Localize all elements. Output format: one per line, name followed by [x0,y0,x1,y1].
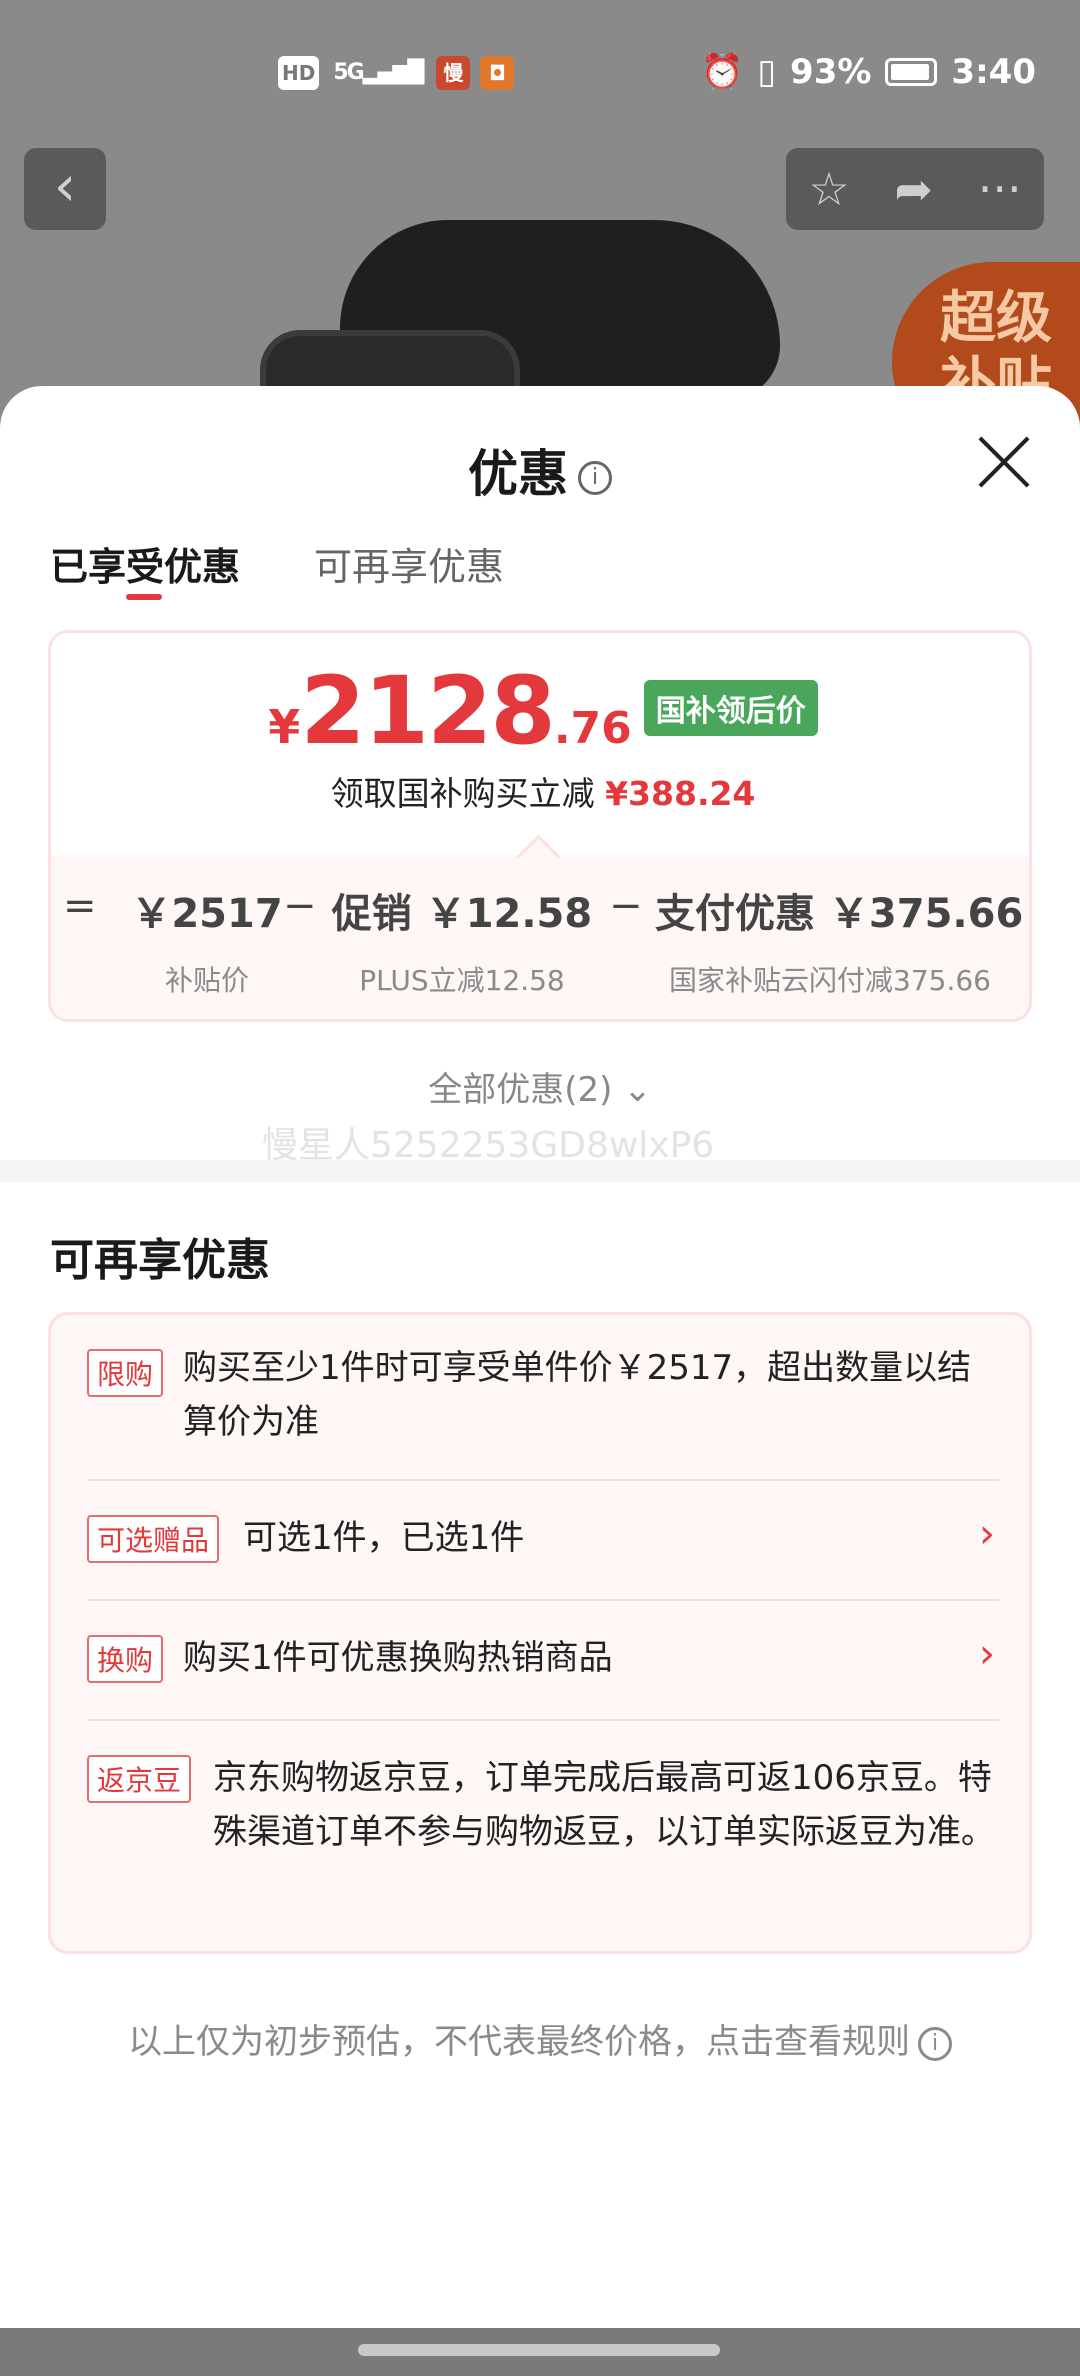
battery-icon [885,58,938,86]
background-product-page: HD 5G▂▄▆█ 慢 ◘ ⏰ ▯ 93% 3:40 ‹ ☆ ➦ ··· 超级 … [0,0,1080,420]
hd-icon: HD [278,56,320,90]
offer-text: 可选1件，已选1件 [243,1518,525,1558]
rules-note[interactable]: 以上仅为初步预估，不代表最终价格，点击查看规则 i [0,2014,1080,2063]
gov-subsidy-badge: 国补领后价 [643,680,818,736]
signal-icon: 5G▂▄▆█ [333,60,424,85]
tabs: 已享受优惠 可再享优惠 [50,536,504,600]
tab-enjoyed[interactable]: 已享受优惠 [50,536,240,600]
chevron-left-icon: ‹ [53,154,77,219]
alarm-icon: ⏰ [700,52,744,92]
breakdown-promotion: 促销 ￥12.58 PLUS立减12.58 [331,891,593,997]
final-price: ¥2128.76 国补领后价 [51,657,1029,766]
equals-sign: = [63,883,97,929]
minus-sign: − [283,883,317,929]
home-handle[interactable] [358,2344,720,2356]
offer-row-jingdou: 返京豆 京东购物返京豆，订单完成后最高可返106京豆。特殊渠道订单不参与购物返豆… [87,1721,999,1921]
info-icon: i [918,2026,952,2061]
breakdown-payment-discount: 支付优惠 ￥375.66 国家补贴云闪付减375.66 [655,891,1024,997]
offer-text: 购买至少1件时可享受单件价￥2517，超出数量以结算价为准 [183,1348,972,1442]
price-card: ¥2128.76 国补领后价 领取国补购买立减 ¥388.24 = ￥2517 补… [48,630,1032,1022]
status-bar: HD 5G▂▄▆█ 慢 ◘ ⏰ ▯ 93% 3:40 [0,48,1080,104]
battery-percent: 93% [790,52,872,92]
claim-line: 领取国补购买立减 ¥388.24 [330,774,756,813]
share-icon[interactable]: ➦ [894,162,933,216]
section-title: 可再享优惠 [50,1235,270,1286]
offer-text: 京东购物返京豆，订单完成后最高可返106京豆。特殊渠道订单不参与购物返豆，以订单… [213,1758,995,1852]
more-icon[interactable]: ··· [978,162,1022,216]
offer-tag: 返京豆 [87,1755,192,1803]
sheet-title: 优惠 i [0,434,1080,506]
divider [0,1160,1080,1182]
tab-more-offers[interactable]: 可再享优惠 [314,536,504,591]
all-offers-toggle[interactable]: 全部优惠(2) ⌄ [0,1062,1080,1111]
top-actions: ☆ ➦ ··· [786,148,1044,230]
chevron-right-icon: › [979,1511,995,1557]
offer-row-gift[interactable]: 可选赠品 可选1件，已选1件 › [87,1481,999,1601]
close-button[interactable] [976,434,1032,490]
minus-sign-2: − [609,883,643,929]
offer-row-limit: 限购 购买至少1件时可享受单件价￥2517，超出数量以结算价为准 [87,1341,999,1481]
breakdown-subsidy-price: ￥2517 补贴价 [131,891,283,997]
chevron-right-icon: › [979,1631,995,1677]
info-icon[interactable]: i [578,460,612,495]
clock: 3:40 [951,52,1036,92]
offer-text: 购买1件可优惠换购热销商品 [183,1638,613,1678]
offer-row-exchange[interactable]: 换购 购买1件可优惠换购热销商品 › [87,1601,999,1721]
discount-sheet: 优惠 i 已享受优惠 可再享优惠 ¥2128.76 国补领后价 领取国补购买立减 ¥… [0,386,1080,2328]
app-notification-icon: 慢 [436,56,471,90]
offer-tag: 可选赠品 [87,1515,220,1563]
star-icon[interactable]: ☆ [808,162,849,216]
app-notification-icon-2: ◘ [480,56,515,90]
vibrate-icon: ▯ [757,52,777,92]
offer-tag: 换购 [87,1635,164,1683]
system-nav-bar [0,2328,1080,2376]
offer-tag: 限购 [87,1349,164,1397]
price-breakdown: = ￥2517 补贴价 − 促销 ￥12.58 PLUS立减12.58 − 支付… [51,855,1029,1019]
back-button[interactable]: ‹ [24,148,106,230]
offers-card: 限购 购买至少1件时可享受单件价￥2517，超出数量以结算价为准 可选赠品 可选… [48,1312,1032,1954]
